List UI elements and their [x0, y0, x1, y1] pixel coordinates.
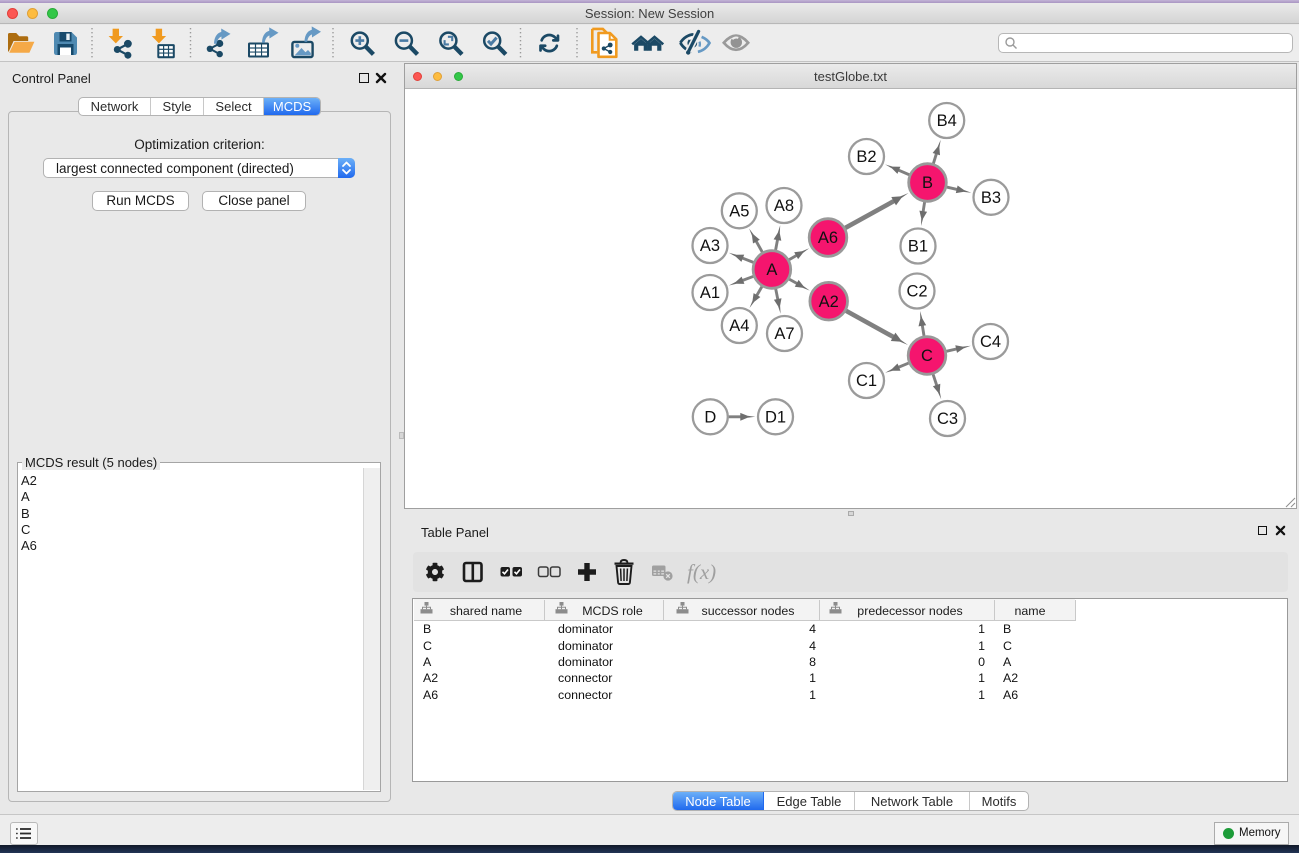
svg-text:A8: A8: [774, 197, 794, 215]
svg-text:A3: A3: [700, 237, 720, 255]
svg-text:C1: C1: [856, 372, 877, 390]
svg-text:A4: A4: [729, 317, 749, 335]
svg-text:A1: A1: [700, 284, 720, 302]
svg-text:f(x): f(x): [687, 560, 716, 584]
svg-text:C3: C3: [937, 410, 958, 428]
svg-text:A2: A2: [819, 293, 839, 311]
svg-text:B3: B3: [981, 189, 1001, 207]
svg-text:D1: D1: [765, 408, 786, 426]
svg-text:B: B: [922, 174, 933, 192]
svg-text:A: A: [766, 261, 777, 279]
svg-text:B4: B4: [937, 112, 957, 130]
svg-text:A6: A6: [818, 229, 838, 247]
svg-text:A7: A7: [774, 325, 794, 343]
svg-text:C2: C2: [906, 283, 927, 301]
svg-text:B1: B1: [908, 238, 928, 256]
svg-text:B2: B2: [856, 148, 876, 166]
svg-text:A5: A5: [729, 202, 749, 220]
svg-text:C4: C4: [980, 333, 1001, 351]
svg-text:D: D: [704, 408, 716, 426]
svg-text:C: C: [921, 347, 933, 365]
